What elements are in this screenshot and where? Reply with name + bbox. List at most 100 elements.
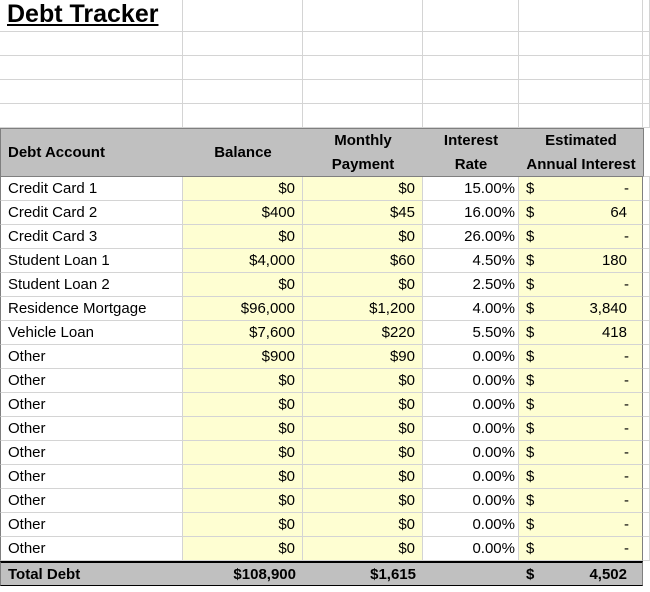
monthly-payment-cell[interactable]: $0 <box>303 465 423 489</box>
debt-account-cell[interactable]: Student Loan 2 <box>0 273 183 297</box>
debt-account-cell[interactable]: Residence Mortgage <box>0 297 183 321</box>
empty-cell[interactable] <box>303 32 423 56</box>
monthly-payment-cell[interactable]: $220 <box>303 321 423 345</box>
interest-rate-cell[interactable]: 5.50% <box>423 321 519 345</box>
interest-rate-cell[interactable]: 0.00% <box>423 489 519 513</box>
empty-cell[interactable] <box>183 80 303 104</box>
balance-cell[interactable]: $0 <box>183 393 303 417</box>
estimated-interest-cell[interactable]: $ - <box>519 225 643 249</box>
balance-cell[interactable]: $0 <box>183 465 303 489</box>
monthly-payment-cell[interactable]: $0 <box>303 441 423 465</box>
debt-account-cell[interactable]: Credit Card 2 <box>0 201 183 225</box>
header-interest-rate[interactable]: Interest Rate <box>423 128 519 177</box>
monthly-payment-cell[interactable]: $0 <box>303 177 423 201</box>
balance-cell[interactable]: $7,600 <box>183 321 303 345</box>
balance-cell[interactable]: $400 <box>183 201 303 225</box>
empty-cell[interactable] <box>303 0 423 32</box>
debt-account-cell[interactable]: Credit Card 1 <box>0 177 183 201</box>
empty-cell[interactable] <box>643 561 650 586</box>
monthly-payment-cell[interactable]: $0 <box>303 273 423 297</box>
monthly-payment-cell[interactable]: $60 <box>303 249 423 273</box>
total-balance[interactable]: $108,900 <box>183 561 303 586</box>
empty-cell[interactable] <box>423 0 519 32</box>
interest-rate-cell[interactable]: 4.50% <box>423 249 519 273</box>
header-balance[interactable]: Balance <box>183 128 303 177</box>
debt-account-cell[interactable]: Other <box>0 369 183 393</box>
empty-cell[interactable] <box>519 104 643 128</box>
debt-account-cell[interactable]: Other <box>0 489 183 513</box>
debt-account-cell[interactable]: Other <box>0 537 183 561</box>
empty-cell[interactable] <box>643 273 650 297</box>
empty-cell[interactable] <box>183 104 303 128</box>
empty-cell[interactable] <box>643 489 650 513</box>
monthly-payment-cell[interactable]: $0 <box>303 417 423 441</box>
debt-account-cell[interactable]: Other <box>0 441 183 465</box>
empty-cell[interactable] <box>0 56 183 80</box>
interest-rate-cell[interactable]: 0.00% <box>423 513 519 537</box>
estimated-interest-cell[interactable]: $ - <box>519 369 643 393</box>
empty-cell[interactable] <box>643 513 650 537</box>
empty-cell[interactable] <box>643 128 650 177</box>
empty-cell[interactable] <box>643 297 650 321</box>
empty-cell[interactable] <box>643 249 650 273</box>
empty-cell[interactable] <box>303 56 423 80</box>
interest-rate-cell[interactable]: 0.00% <box>423 369 519 393</box>
monthly-payment-cell[interactable]: $0 <box>303 369 423 393</box>
empty-cell[interactable] <box>643 32 650 56</box>
interest-rate-cell[interactable]: 15.00% <box>423 177 519 201</box>
estimated-interest-cell[interactable]: $ - <box>519 537 643 561</box>
empty-cell[interactable] <box>643 393 650 417</box>
empty-cell[interactable] <box>303 80 423 104</box>
estimated-interest-cell[interactable]: $ - <box>519 273 643 297</box>
empty-cell[interactable] <box>643 345 650 369</box>
estimated-interest-cell[interactable]: $ - <box>519 393 643 417</box>
debt-account-cell[interactable]: Other <box>0 513 183 537</box>
interest-rate-cell[interactable]: 26.00% <box>423 225 519 249</box>
header-monthly-payment[interactable]: Monthly Payment <box>303 128 423 177</box>
empty-cell[interactable] <box>0 32 183 56</box>
total-interest[interactable]: $ 4,502 <box>519 561 643 586</box>
empty-cell[interactable] <box>519 0 643 32</box>
monthly-payment-cell[interactable]: $90 <box>303 345 423 369</box>
balance-cell[interactable]: $900 <box>183 345 303 369</box>
empty-cell[interactable] <box>0 104 183 128</box>
interest-rate-cell[interactable]: 0.00% <box>423 417 519 441</box>
estimated-interest-cell[interactable]: $64 <box>519 201 643 225</box>
empty-cell[interactable] <box>303 104 423 128</box>
empty-cell[interactable] <box>519 56 643 80</box>
debt-account-cell[interactable]: Other <box>0 465 183 489</box>
sheet-title[interactable]: Debt Tracker <box>0 0 183 32</box>
balance-cell[interactable]: $4,000 <box>183 249 303 273</box>
empty-cell[interactable] <box>183 0 303 32</box>
debt-account-cell[interactable]: Credit Card 3 <box>0 225 183 249</box>
monthly-payment-cell[interactable]: $0 <box>303 537 423 561</box>
debt-account-cell[interactable]: Other <box>0 393 183 417</box>
interest-rate-cell[interactable]: 4.00% <box>423 297 519 321</box>
interest-rate-cell[interactable]: 0.00% <box>423 345 519 369</box>
empty-cell[interactable] <box>0 80 183 104</box>
empty-cell[interactable] <box>643 177 650 201</box>
empty-cell[interactable] <box>643 104 650 128</box>
monthly-payment-cell[interactable]: $0 <box>303 489 423 513</box>
balance-cell[interactable]: $0 <box>183 273 303 297</box>
estimated-interest-cell[interactable]: $ - <box>519 489 643 513</box>
empty-cell[interactable] <box>183 56 303 80</box>
empty-cell[interactable] <box>643 417 650 441</box>
debt-account-cell[interactable]: Student Loan 1 <box>0 249 183 273</box>
monthly-payment-cell[interactable]: $45 <box>303 201 423 225</box>
debt-account-cell[interactable]: Vehicle Loan <box>0 321 183 345</box>
balance-cell[interactable]: $0 <box>183 225 303 249</box>
balance-cell[interactable]: $0 <box>183 177 303 201</box>
empty-cell[interactable] <box>423 80 519 104</box>
balance-cell[interactable]: $96,000 <box>183 297 303 321</box>
empty-cell[interactable] <box>643 441 650 465</box>
empty-cell[interactable] <box>519 32 643 56</box>
empty-cell[interactable] <box>643 201 650 225</box>
interest-rate-cell[interactable]: 0.00% <box>423 393 519 417</box>
header-debt-account[interactable]: Debt Account <box>0 128 183 177</box>
empty-cell[interactable] <box>643 537 650 561</box>
estimated-interest-cell[interactable]: $ - <box>519 177 643 201</box>
monthly-payment-cell[interactable]: $0 <box>303 225 423 249</box>
estimated-interest-cell[interactable]: $ - <box>519 345 643 369</box>
empty-cell[interactable] <box>643 225 650 249</box>
